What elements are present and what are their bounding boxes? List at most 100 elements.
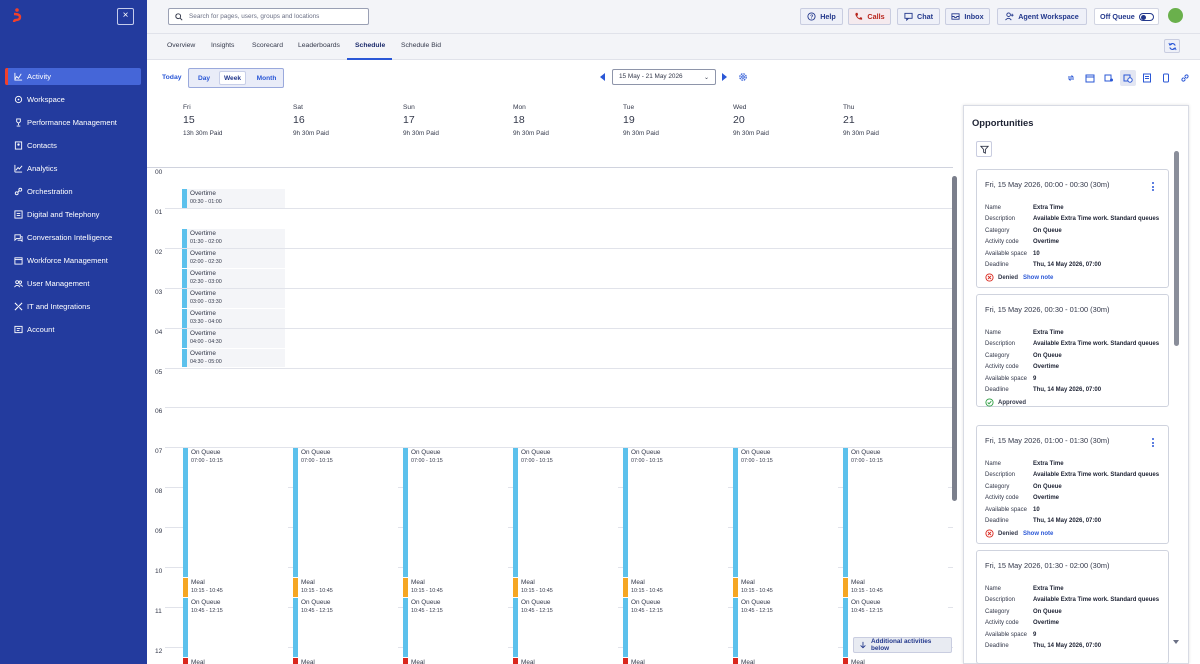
show-note-link[interactable]: Show note <box>1023 531 1053 537</box>
sidebar-item-performance-management[interactable]: Performance Management <box>5 114 141 131</box>
chat-button[interactable]: Chat <box>897 8 940 25</box>
user-avatar[interactable] <box>1168 8 1183 23</box>
more-options-icon[interactable] <box>1151 438 1154 447</box>
status-label: Denied <box>998 530 1019 537</box>
meal-block[interactable]: Meal <box>733 657 838 664</box>
on-queue-block[interactable]: On Queue 10:45 - 12:15 <box>403 597 508 657</box>
calendar-button[interactable] <box>1082 70 1098 86</box>
overtime-block[interactable]: Overtime 04:00 - 04:30 <box>182 328 285 348</box>
scroll-down-arrow-icon[interactable] <box>1173 640 1179 644</box>
tab-scorecard[interactable]: Scorecard <box>252 42 283 49</box>
overtime-block[interactable]: Overtime 03:30 - 04:00 <box>182 308 285 328</box>
inbox-button[interactable]: Inbox <box>945 8 990 25</box>
on-queue-block[interactable]: On Queue 07:00 - 10:15 <box>183 448 288 577</box>
tab-insights[interactable]: Insights <box>211 42 234 49</box>
opportunities-button[interactable] <box>1120 70 1136 86</box>
meal-block[interactable]: Meal <box>513 657 618 664</box>
on-queue-block[interactable]: On Queue 10:45 - 12:15 <box>623 597 728 657</box>
toggle-switch[interactable] <box>1139 13 1154 21</box>
overtime-block[interactable]: Overtime 04:30 - 05:00 <box>182 348 285 368</box>
sidebar-item-orchestration[interactable]: Orchestration <box>5 183 141 200</box>
on-queue-block[interactable]: On Queue 10:45 - 12:15 <box>293 597 398 657</box>
schedule-scroll-thumb[interactable] <box>952 176 957 501</box>
meal-block[interactable]: Meal <box>403 657 508 664</box>
list-view-button[interactable] <box>1139 70 1155 86</box>
on-queue-block[interactable]: On Queue 07:00 - 10:15 <box>623 448 728 577</box>
meal-block[interactable]: Meal <box>293 657 398 664</box>
meal-block[interactable]: Meal 10:15 - 10:45 <box>843 577 948 597</box>
overtime-block[interactable]: Overtime 02:00 - 02:30 <box>182 248 285 268</box>
opportunity-card[interactable]: Fri, 15 May 2026, 01:30 - 02:00 (30m) Nam… <box>976 550 1169 664</box>
search-input[interactable]: Search for pages, users, groups and loca… <box>168 8 369 25</box>
meal-block[interactable]: Meal 10:15 - 10:45 <box>513 577 618 597</box>
opportunities-scrollbar[interactable] <box>1173 146 1180 658</box>
on-queue-block[interactable]: On Queue 07:00 - 10:15 <box>733 448 838 577</box>
activity-time: 10:45 - 12:15 <box>191 607 223 614</box>
link-button[interactable] <box>1177 70 1193 86</box>
tab-schedule-bid[interactable]: Schedule Bid <box>401 42 441 49</box>
view-month-button[interactable]: Month <box>250 71 283 85</box>
off-queue-toggle[interactable]: Off Queue <box>1094 8 1159 25</box>
help-label: Help <box>820 12 836 21</box>
date-range-select[interactable]: 15 May - 21 May 2026 ⌄ <box>612 69 716 85</box>
tab-overview[interactable]: Overview <box>167 42 195 49</box>
day-paid-hours: 9h 30m Paid <box>733 130 769 137</box>
tab-leaderboards[interactable]: Leaderboards <box>298 42 340 49</box>
sidebar-item-digital-and-telephony[interactable]: Digital and Telephony <box>5 206 141 223</box>
overtime-block[interactable]: Overtime 03:00 - 03:30 <box>182 288 285 308</box>
sync-schedule-button[interactable] <box>1063 70 1079 86</box>
on-queue-block[interactable]: On Queue 07:00 - 10:15 <box>513 448 618 577</box>
previous-week-arrow-icon[interactable] <box>600 73 605 81</box>
calls-button[interactable]: Calls <box>848 8 891 25</box>
on-queue-block[interactable]: On Queue 10:45 - 12:15 <box>733 597 838 657</box>
sidebar-item-workspace[interactable]: Workspace <box>5 91 141 108</box>
mobile-view-button[interactable] <box>1158 70 1174 86</box>
opportunities-scroll-thumb[interactable] <box>1174 151 1179 346</box>
view-week-button[interactable]: Week <box>219 71 246 85</box>
more-options-icon[interactable] <box>1151 182 1154 191</box>
meal-block[interactable]: Meal 10:15 - 10:45 <box>403 577 508 597</box>
overtime-block[interactable]: Overtime 02:30 - 03:00 <box>182 268 285 288</box>
show-note-link[interactable]: Show note <box>1023 275 1053 281</box>
activity-time: 03:00 - 03:30 <box>190 298 222 305</box>
help-button[interactable]: ? Help <box>800 8 843 25</box>
on-queue-block[interactable]: On Queue 10:45 - 12:15 <box>183 597 288 657</box>
today-button[interactable]: Today <box>162 74 182 81</box>
sidebar-item-workforce-management[interactable]: Workforce Management <box>5 252 141 269</box>
view-day-button[interactable]: Day <box>190 71 218 85</box>
sidebar-item-conversation-intelligence[interactable]: Conversation Intelligence <box>5 229 141 246</box>
on-queue-block[interactable]: On Queue 07:00 - 10:15 <box>403 448 508 577</box>
overtime-block[interactable]: Overtime 01:30 - 02:00 <box>182 228 285 248</box>
on-queue-block[interactable]: On Queue 07:00 - 10:15 <box>293 448 398 577</box>
opportunity-card[interactable]: Fri, 15 May 2026, 00:00 - 00:30 (30m) Nam… <box>976 169 1169 288</box>
meal-block[interactable]: Meal <box>183 657 288 664</box>
sidebar-item-activity[interactable]: Activity <box>5 68 141 85</box>
meal-block[interactable]: Meal 10:15 - 10:45 <box>183 577 288 597</box>
schedule-scrollbar[interactable] <box>951 168 958 658</box>
refresh-button[interactable] <box>1164 39 1180 53</box>
meal-block[interactable]: Meal 10:15 - 10:45 <box>293 577 398 597</box>
next-week-arrow-icon[interactable] <box>722 73 727 81</box>
meal-block[interactable]: Meal 10:15 - 10:45 <box>733 577 838 597</box>
meal-block[interactable]: Meal <box>623 657 728 664</box>
meal-block[interactable]: Meal 10:15 - 10:45 <box>623 577 728 597</box>
sidebar-item-it-and-integrations[interactable]: IT and Integrations <box>5 298 141 315</box>
gear-icon[interactable] <box>738 72 748 82</box>
overtime-block[interactable]: Overtime 00:30 - 01:00 <box>182 188 285 208</box>
close-sidebar-button[interactable]: × <box>117 8 134 25</box>
on-queue-block[interactable]: On Queue 07:00 - 10:15 <box>843 448 948 577</box>
tab-schedule[interactable]: Schedule <box>355 42 385 49</box>
sidebar-item-user-management[interactable]: User Management <box>5 275 141 292</box>
filter-button[interactable] <box>976 141 992 157</box>
additional-activities-button[interactable]: Additional activities below <box>853 637 952 653</box>
sidebar-item-contacts[interactable]: Contacts <box>5 137 141 154</box>
agent-workspace-button[interactable]: Agent Workspace <box>997 8 1087 25</box>
detail-row: Available space 10 <box>985 504 1159 516</box>
sidebar-item-account[interactable]: Account <box>5 321 141 338</box>
calendar-user-button[interactable] <box>1101 70 1117 86</box>
opportunity-card[interactable]: Fri, 15 May 2026, 00:30 - 01:00 (30m) Nam… <box>976 294 1169 407</box>
sidebar-item-analytics[interactable]: Analytics <box>5 160 141 177</box>
opportunity-card[interactable]: Fri, 15 May 2026, 01:00 - 01:30 (30m) Nam… <box>976 425 1169 544</box>
on-queue-block[interactable]: On Queue 10:45 - 12:15 <box>513 597 618 657</box>
meal-block[interactable]: Meal <box>843 657 948 664</box>
